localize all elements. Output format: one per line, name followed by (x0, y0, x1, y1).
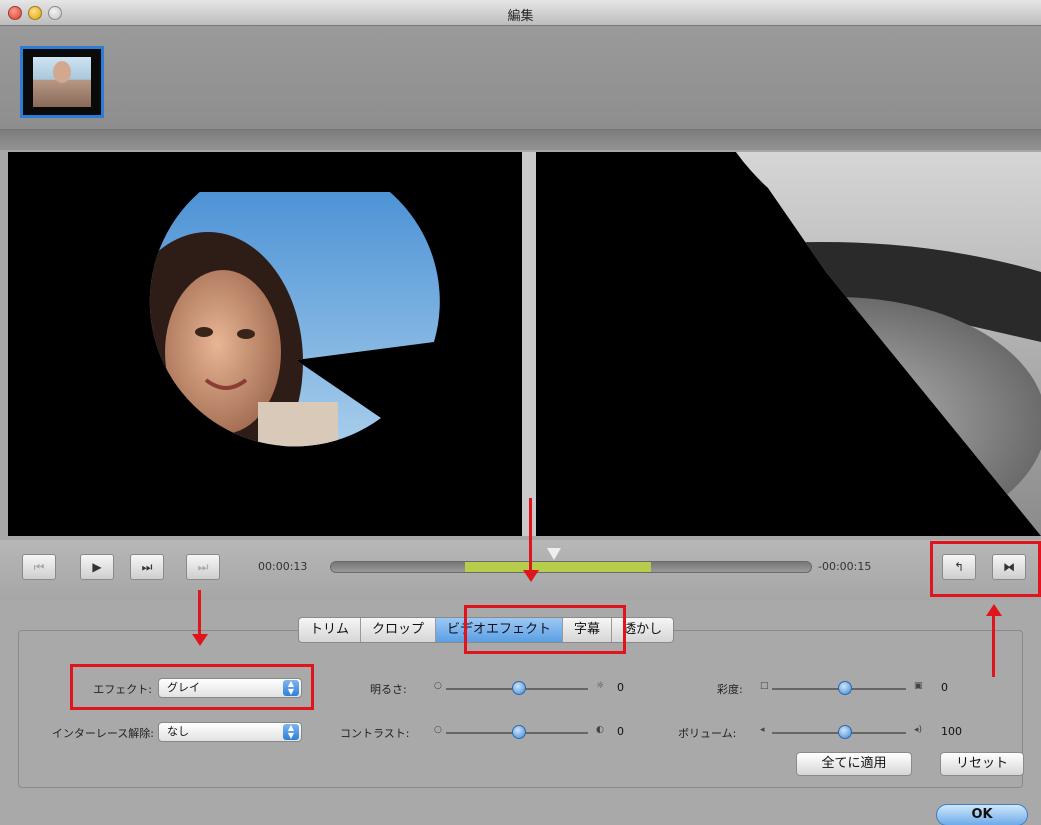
preview-split (522, 152, 536, 536)
original-preview-image (149, 192, 440, 447)
skip-back-icon: ⏮ (33, 560, 45, 574)
saturation-knob[interactable] (838, 681, 852, 695)
saturation-low-icon: □ (760, 681, 769, 691)
saturation-high-icon: ▣ (914, 681, 923, 691)
effect-preview-image (692, 152, 1041, 536)
annotation-arrowhead-down (192, 634, 208, 646)
annotation-arrowhead-up (986, 604, 1002, 616)
go-to-end-button[interactable]: ⏭ (186, 554, 220, 580)
play-button[interactable]: ▶ (80, 554, 114, 580)
annotation-arrow-line (992, 615, 995, 677)
effect-preview (536, 152, 1041, 536)
tab-crop[interactable]: クロップ (361, 618, 437, 642)
current-time: 00:00:13 (258, 560, 308, 573)
timeline-selection[interactable] (465, 562, 651, 572)
ok-button[interactable]: OK (936, 804, 1028, 825)
timeline-track[interactable] (330, 561, 812, 573)
annotation-box-trim-tools (930, 541, 1041, 597)
select-arrows-icon: ▲ ▼ (283, 724, 299, 740)
deinterlace-select[interactable]: なし ▲ ▼ (158, 722, 302, 742)
tab-trim[interactable]: トリム (299, 618, 362, 642)
saturation-value: 0 (941, 681, 948, 694)
window-title: 編集 (507, 9, 534, 24)
volume-label: ボリューム: (678, 727, 737, 740)
volume-knob[interactable] (838, 725, 852, 739)
original-preview (8, 152, 522, 536)
brightness-high-icon: ☼ (596, 681, 605, 691)
volume-high-icon: ◂) (914, 725, 923, 735)
annotation-box-effect-select (70, 664, 314, 710)
deinterlace-label: インターレース解除: (51, 727, 154, 740)
brightness-low-icon: ○ (434, 681, 442, 691)
annotation-arrow-line (198, 590, 201, 636)
play-icon: ▶ (92, 560, 102, 574)
annotation-box-video-effect-tab (464, 605, 626, 654)
fast-forward-button[interactable]: ⏭ (130, 554, 164, 580)
volume-low-icon: ◂ (760, 725, 765, 735)
contrast-low-icon: ○ (434, 725, 442, 735)
brightness-knob[interactable] (512, 681, 526, 695)
saturation-label: 彩度: (717, 683, 743, 696)
clip-strip (0, 26, 1041, 130)
skip-end-icon: ⏭ (197, 560, 209, 574)
fast-forward-icon: ⏭ (141, 560, 153, 574)
remaining-time: -00:00:15 (818, 560, 872, 573)
annotation-arrowhead-down (523, 570, 539, 582)
annotation-arrow-line (529, 498, 532, 572)
clip-thumbnail[interactable] (20, 46, 104, 118)
edit-window: 編集 ⏮ ▶ ⏭ ⏭ 00:00:13 -00:00:15 ↰ ⧓ トリム クロ… (0, 0, 1041, 825)
contrast-knob[interactable] (512, 725, 526, 739)
strip-divider (0, 130, 1041, 150)
brightness-value: 0 (617, 681, 624, 694)
contrast-label: コントラスト: (340, 727, 410, 740)
brightness-label: 明るさ: (370, 683, 407, 696)
apply-all-button[interactable]: 全てに適用 (796, 752, 912, 776)
clip-thumbnail-image (33, 57, 91, 107)
volume-value: 100 (941, 725, 962, 738)
contrast-high-icon: ◐ (596, 725, 604, 735)
deinterlace-select-value: なし (167, 725, 189, 738)
contrast-value: 0 (617, 725, 624, 738)
title-bar: 編集 (0, 0, 1041, 26)
reset-button[interactable]: リセット (940, 752, 1024, 776)
transport-bar: ⏮ ▶ ⏭ ⏭ 00:00:13 -00:00:15 (0, 540, 1041, 600)
go-to-start-button[interactable]: ⏮ (22, 554, 56, 580)
playhead-handle[interactable] (547, 548, 561, 560)
